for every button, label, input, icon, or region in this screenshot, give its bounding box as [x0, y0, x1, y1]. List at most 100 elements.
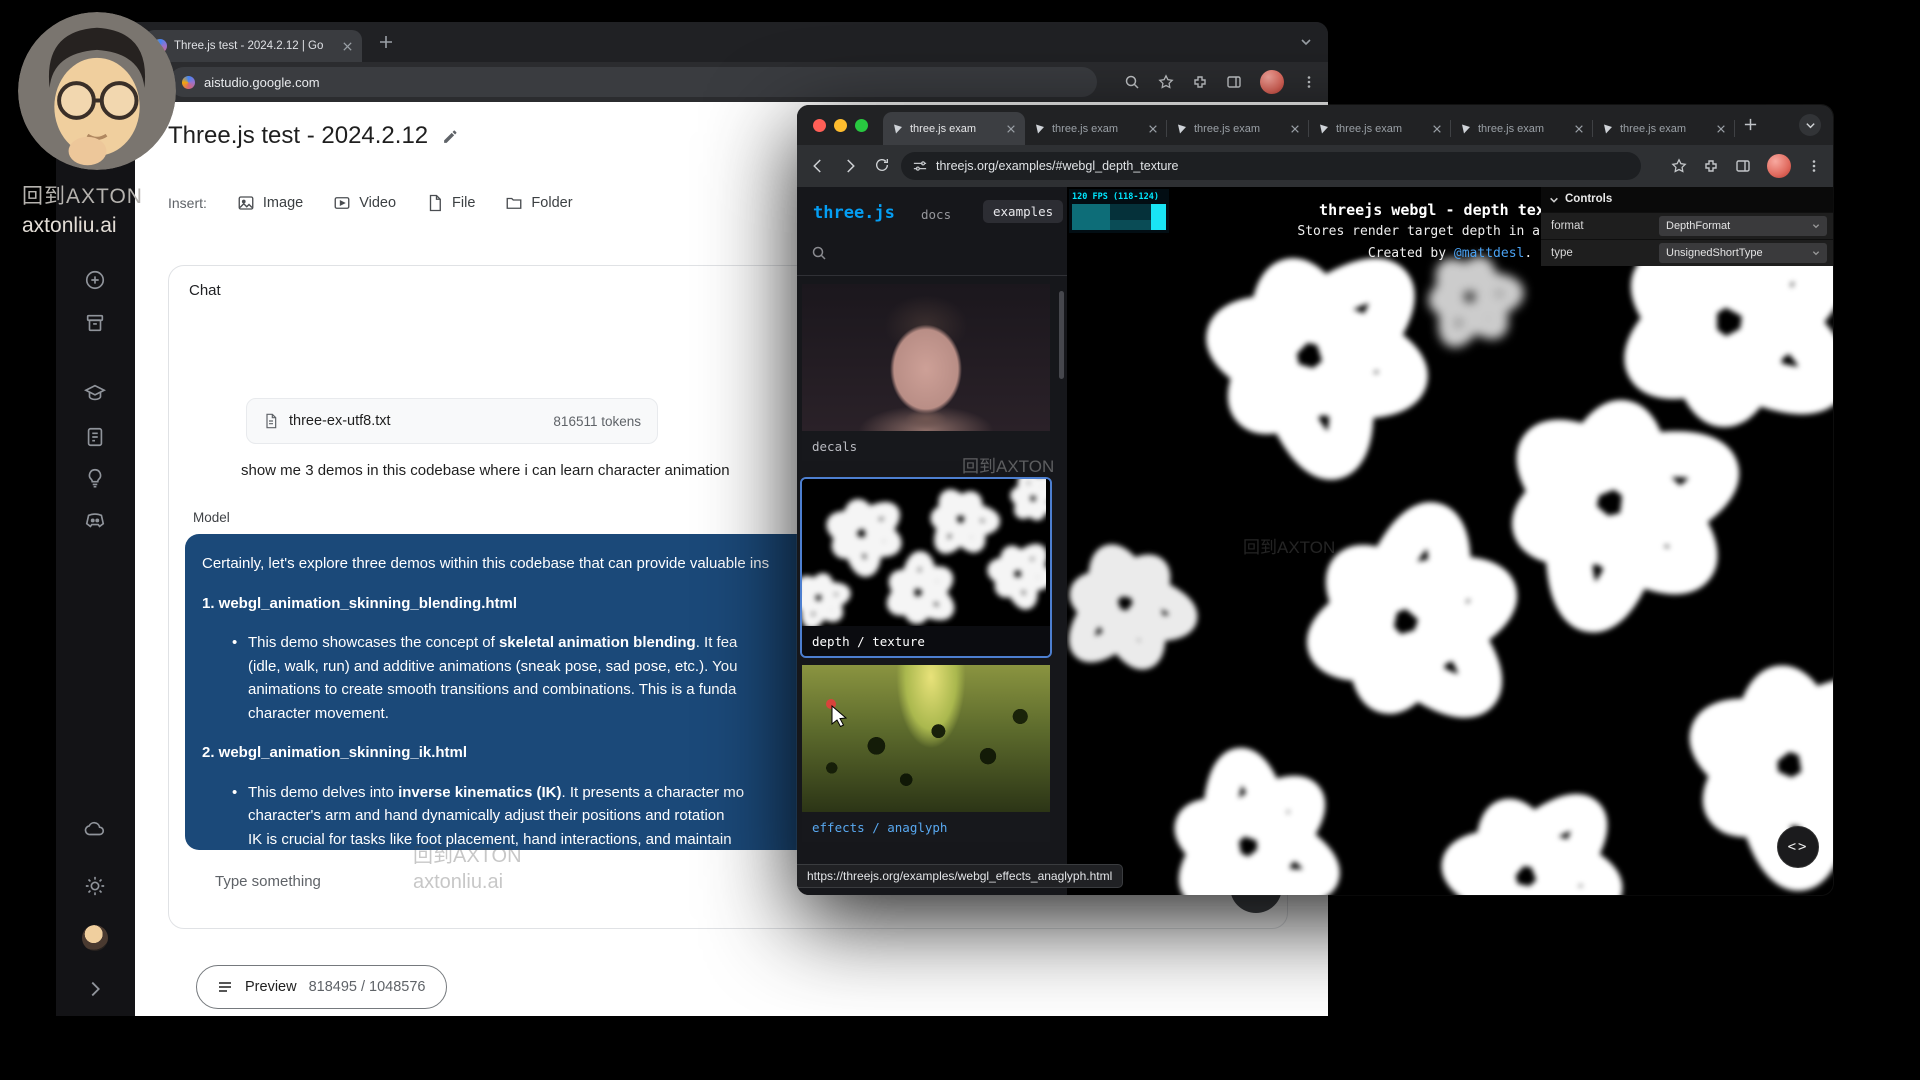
tabs: three.js exam three.js exam three.js exa…: [883, 112, 1735, 145]
brand-site: axtonliu.ai: [22, 214, 117, 237]
anaglyph-thumbnail: [802, 665, 1050, 812]
browser-tab[interactable]: three.js exam: [1451, 112, 1593, 145]
nav-examples[interactable]: examples: [983, 200, 1064, 223]
zoom-icon[interactable]: [1124, 74, 1140, 90]
mouse-cursor: [831, 705, 848, 727]
browser-tab[interactable]: three.js exam: [1593, 112, 1735, 145]
back-icon[interactable]: [809, 157, 827, 175]
browser-tab[interactable]: three.js exam: [1025, 112, 1167, 145]
edit-pencil-icon[interactable]: [442, 128, 459, 145]
bookmark-star-icon[interactable]: [1158, 74, 1174, 90]
profile-avatar[interactable]: [1767, 154, 1791, 178]
new-tab-button[interactable]: [1743, 117, 1758, 132]
insert-video-button[interactable]: Video: [333, 194, 396, 212]
close-window-button[interactable]: [813, 119, 826, 132]
settings-gear-icon[interactable]: [84, 875, 106, 897]
chevron-down-icon: [1812, 222, 1820, 230]
minimize-window-button[interactable]: [834, 119, 847, 132]
search-icon[interactable]: [811, 245, 827, 261]
library-icon[interactable]: [84, 312, 106, 334]
decals-thumbnail: [802, 284, 1050, 431]
example-card-decals[interactable]: decals: [802, 284, 1050, 461]
example-caption[interactable]: effects / anaglyph: [802, 812, 1050, 842]
user-avatar[interactable]: [82, 925, 108, 951]
gui-label: type: [1551, 247, 1573, 259]
tab-strip: three.js exam three.js exam three.js exa…: [797, 105, 1833, 145]
insert-folder-button[interactable]: Folder: [505, 194, 573, 212]
prompt-gallery-icon[interactable]: [84, 426, 106, 448]
gui-row-type: type UnsignedShortType: [1541, 239, 1833, 266]
tab-close-icon[interactable]: [1574, 124, 1584, 134]
threejs-favicon-icon: [894, 124, 902, 133]
bookmark-star-icon[interactable]: [1671, 158, 1687, 174]
threejs-favicon-icon: [1320, 124, 1328, 133]
threejs-logo[interactable]: three.js: [813, 203, 895, 223]
browser-tab[interactable]: three.js exam: [883, 112, 1025, 145]
reload-icon[interactable]: [874, 157, 890, 173]
depth-texture-thumbnail: [802, 479, 1050, 626]
profile-avatar[interactable]: [1260, 70, 1284, 94]
model-turn-label: Model: [193, 510, 230, 525]
view-source-button[interactable]: <>: [1777, 826, 1819, 868]
preview-label: Preview: [245, 979, 297, 995]
idea-bulb-icon[interactable]: [84, 467, 106, 489]
browser-toolbar: aistudio.google.com: [56, 62, 1328, 102]
tab-search-chevron-icon[interactable]: [1300, 36, 1312, 48]
author-link[interactable]: @mattdesl: [1454, 246, 1524, 261]
threejs-favicon-icon: [1178, 124, 1186, 133]
tab-close-icon[interactable]: [342, 41, 353, 52]
gui-title-bar[interactable]: Controls: [1541, 187, 1833, 212]
example-card-effects-anaglyph[interactable]: effects / anaglyph: [802, 665, 1050, 842]
browser-tab[interactable]: three.js exam: [1167, 112, 1309, 145]
extensions-icon[interactable]: [1192, 74, 1208, 90]
nav-docs[interactable]: docs: [921, 207, 951, 222]
format-select[interactable]: DepthFormat: [1659, 216, 1827, 236]
divider: [797, 275, 1067, 276]
tab-list-chevron-icon[interactable]: [1799, 114, 1821, 136]
gui-row-format: format DepthFormat: [1541, 212, 1833, 239]
tutorials-cap-icon[interactable]: [84, 382, 106, 404]
menu-kebab-icon[interactable]: [1807, 159, 1821, 173]
side-panel-icon[interactable]: [1735, 158, 1751, 174]
site-settings-icon: [913, 161, 927, 171]
menu-kebab-icon[interactable]: [1302, 75, 1316, 89]
insert-image-button[interactable]: Image: [237, 194, 303, 212]
cloud-icon[interactable]: [84, 818, 106, 840]
tab-strip: Three.js test - 2024.2.12 | Go: [56, 22, 1328, 62]
type-select[interactable]: UnsignedShortType: [1659, 243, 1827, 263]
browser-toolbar: threejs.org/examples/#webgl_depth_textur…: [797, 145, 1833, 187]
tab-close-icon[interactable]: [1432, 124, 1442, 134]
example-caption[interactable]: depth / texture: [802, 626, 1050, 656]
file-icon: [429, 194, 441, 212]
attachment-filename: three-ex-utf8.txt: [289, 413, 391, 429]
example-card-depth-texture[interactable]: depth / texture: [800, 477, 1052, 658]
status-bar-url: https://threejs.org/examples/webgl_effec…: [797, 864, 1124, 888]
new-tab-button[interactable]: [378, 34, 394, 50]
insert-file-button[interactable]: File: [426, 194, 475, 212]
aistudio-left-rail: [56, 102, 135, 1016]
example-caption[interactable]: decals: [802, 431, 1050, 461]
tab-close-icon[interactable]: [1716, 124, 1726, 134]
threejs-favicon-icon: [1462, 124, 1470, 133]
demo-viewport[interactable]: 120 FPS (118-124) threejs webgl - depth …: [1067, 187, 1833, 895]
tab-close-icon[interactable]: [1006, 124, 1016, 134]
extensions-icon[interactable]: [1703, 158, 1719, 174]
address-bar[interactable]: threejs.org/examples/#webgl_depth_textur…: [901, 152, 1641, 180]
discord-icon[interactable]: [84, 509, 106, 531]
tab-close-icon[interactable]: [1148, 124, 1158, 134]
sidebar-scrollbar[interactable]: [1059, 291, 1064, 379]
attachment-chip[interactable]: three-ex-utf8.txt 816511 tokens: [246, 398, 658, 444]
browser-tab[interactable]: three.js exam: [1309, 112, 1451, 145]
address-bar[interactable]: aistudio.google.com: [169, 67, 1097, 97]
expand-chevron-icon[interactable]: [84, 978, 106, 1000]
preview-button[interactable]: Preview 818495 / 1048576: [196, 965, 447, 1009]
forward-icon[interactable]: [841, 157, 859, 175]
page-content: three.js docs examples decals depth / te…: [797, 187, 1833, 895]
zoom-window-button[interactable]: [855, 119, 868, 132]
document-icon: [266, 413, 277, 429]
chat-input[interactable]: [213, 872, 777, 891]
attachment-token-count: 816511 tokens: [553, 413, 641, 429]
new-prompt-icon[interactable]: [84, 269, 106, 291]
side-panel-icon[interactable]: [1226, 74, 1242, 90]
tab-close-icon[interactable]: [1290, 124, 1300, 134]
